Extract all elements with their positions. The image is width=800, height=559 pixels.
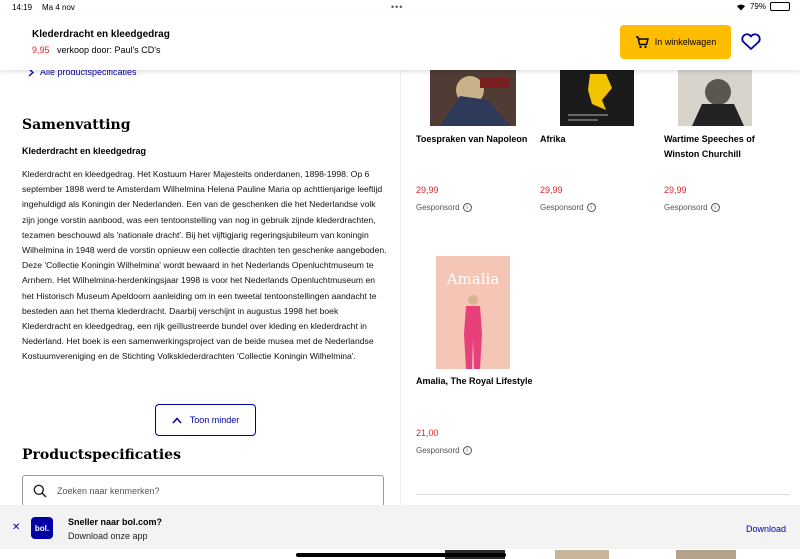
book-cover-napoleon[interactable] xyxy=(430,70,516,126)
summary-text: Klederdracht en kleedgedrag. Het Kostuum… xyxy=(22,169,387,362)
app-download-banner: ✕ bol. Sneller naar bol.com? Download on… xyxy=(0,505,800,549)
sponsored-label[interactable]: Gesponsord i xyxy=(540,203,596,212)
product-name[interactable]: Afrika xyxy=(540,132,660,147)
seller-info[interactable]: verkoop door: Paul's CD's xyxy=(57,45,160,55)
product-name[interactable]: Amalia, The Royal Lifestyle xyxy=(416,374,536,389)
info-icon[interactable]: i xyxy=(462,203,472,212)
status-bar: 14:19 Ma 4 nov ••• 79% xyxy=(0,0,800,16)
wishlist-heart-icon[interactable] xyxy=(740,33,762,51)
add-to-cart-button[interactable]: In winkelwagen xyxy=(620,25,731,59)
book-cover-churchill[interactable] xyxy=(678,70,752,126)
status-time: 14:19 xyxy=(12,3,33,12)
multitask-dots-icon[interactable]: ••• xyxy=(391,2,403,12)
cart-icon xyxy=(635,35,649,48)
sponsored-text: Gesponsord xyxy=(416,446,460,455)
sponsored-text: Gesponsord xyxy=(416,203,460,212)
sponsored-label[interactable]: Gesponsord i xyxy=(416,203,472,212)
cover-title: Amalia xyxy=(446,270,500,288)
sponsored-text: Gesponsord xyxy=(540,203,584,212)
wifi-icon xyxy=(736,4,745,10)
product-price: 29,99 xyxy=(664,185,687,195)
summary-heading: Samenvatting xyxy=(22,117,131,133)
show-less-button[interactable]: Toon minder xyxy=(155,404,256,436)
chevron-up-icon xyxy=(172,416,182,423)
sponsored-label[interactable]: Gesponsord i xyxy=(416,446,472,455)
sponsored-label[interactable]: Gesponsord i xyxy=(664,203,720,212)
status-right: 79% xyxy=(736,2,790,11)
add-to-cart-label: In winkelwagen xyxy=(654,37,717,47)
show-less-label: Toon minder xyxy=(189,415,240,425)
info-icon[interactable]: i xyxy=(710,203,720,212)
product-name[interactable]: Wartime Speeches of Winston Churchill xyxy=(664,132,784,162)
specs-search-field[interactable] xyxy=(22,475,384,507)
info-icon[interactable]: i xyxy=(586,203,596,212)
specs-heading: Productspecificaties xyxy=(22,447,181,463)
section-divider xyxy=(416,494,790,495)
home-indicator[interactable] xyxy=(296,553,506,557)
product-price: 29,99 xyxy=(416,185,439,195)
close-icon[interactable]: ✕ xyxy=(12,522,20,533)
banner-subtitle: Download onze app xyxy=(68,531,148,541)
download-app-button[interactable]: Download xyxy=(746,524,786,534)
specs-search-input[interactable] xyxy=(57,486,357,496)
column-divider xyxy=(400,70,401,520)
book-cover-afrika[interactable] xyxy=(560,70,634,126)
cover-figure xyxy=(464,295,482,369)
sticky-product-header: Klederdracht en kleedgedrag 9,95 verkoop… xyxy=(0,16,800,70)
banner-title: Sneller naar bol.com? xyxy=(68,517,163,527)
search-icon xyxy=(33,484,47,498)
sponsored-text: Gesponsord xyxy=(664,203,708,212)
product-price: 21,00 xyxy=(416,428,439,438)
battery-percentage: 79% xyxy=(749,2,766,11)
product-name[interactable]: Toespraken van Napoleon xyxy=(416,132,536,147)
bol-logo: bol. xyxy=(31,517,53,539)
product-title: Klederdracht en kleedgedrag xyxy=(32,29,170,40)
battery-icon xyxy=(770,2,790,11)
product-price: 29,99 xyxy=(540,185,563,195)
status-date: Ma 4 nov xyxy=(42,3,75,12)
book-cover-amalia[interactable]: Amalia xyxy=(436,256,510,369)
product-price: 9,95 xyxy=(32,45,50,55)
info-icon[interactable]: i xyxy=(462,446,472,455)
summary-subtitle: Klederdracht en kleedgedrag xyxy=(22,146,147,156)
